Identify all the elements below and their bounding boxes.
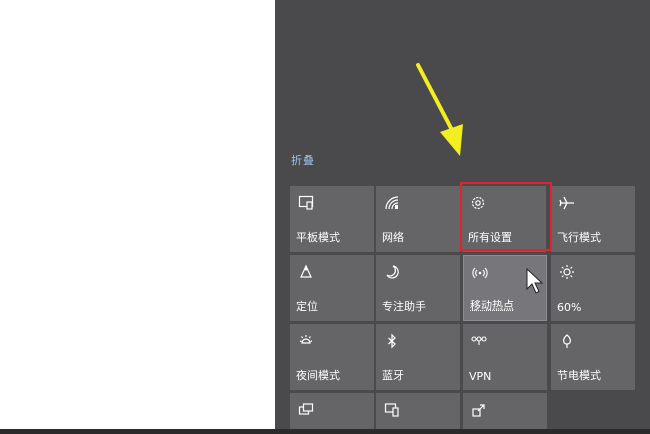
- tile-nearby-sharing[interactable]: [463, 393, 547, 431]
- tile-brightness[interactable]: 60%: [551, 255, 635, 321]
- tile-focus-assist[interactable]: 专注助手: [376, 255, 460, 321]
- tablet-mode-icon: [297, 194, 315, 212]
- tile-label: 平板模式: [296, 231, 340, 244]
- tile-label: 节电模式: [557, 369, 601, 382]
- location-icon: [297, 263, 315, 281]
- tile-label: 夜间模式: [296, 369, 340, 382]
- tile-label: 专注助手: [382, 300, 426, 313]
- tile-location[interactable]: 定位: [290, 255, 374, 321]
- tile-airplane-mode[interactable]: 飞行模式: [551, 186, 635, 252]
- collapse-link[interactable]: 折叠: [291, 152, 315, 168]
- tile-tablet-mode[interactable]: 平板模式: [290, 186, 374, 252]
- tile-network[interactable]: 网络: [376, 186, 460, 252]
- tile-label: 飞行模式: [557, 231, 601, 244]
- tile-project[interactable]: [290, 393, 374, 431]
- tile-label: 定位: [296, 300, 318, 313]
- hotspot-icon: [471, 264, 489, 282]
- moon-icon: [383, 263, 401, 281]
- settings-highlight-box: [460, 182, 552, 251]
- yellow-arrow-icon: [416, 63, 463, 156]
- taskbar-edge: [0, 429, 650, 434]
- tile-battery-saver[interactable]: 节电模式: [551, 324, 635, 390]
- airplane-icon: [558, 194, 576, 212]
- tile-connect[interactable]: [376, 393, 460, 431]
- tile-vpn[interactable]: VPN: [463, 324, 547, 390]
- network-icon: [383, 194, 401, 212]
- connect-icon: [383, 401, 401, 419]
- vpn-icon: [470, 332, 488, 350]
- battery-saver-icon: [558, 332, 576, 350]
- tile-label: 蓝牙: [382, 369, 404, 382]
- tile-night-light[interactable]: 夜间模式: [290, 324, 374, 390]
- brightness-icon: [558, 263, 576, 281]
- project-icon: [297, 401, 315, 419]
- tile-label: 60%: [557, 301, 582, 314]
- tile-label: VPN: [469, 370, 492, 383]
- tile-bluetooth[interactable]: 蓝牙: [376, 324, 460, 390]
- tile-label: 网络: [382, 231, 404, 244]
- tile-label: 移动热点: [470, 299, 514, 312]
- mouse-cursor-icon: [526, 268, 544, 294]
- night-light-icon: [297, 332, 315, 350]
- left-blank-pane: [0, 0, 275, 434]
- bluetooth-icon: [383, 332, 401, 350]
- nearby-sharing-icon: [470, 401, 488, 419]
